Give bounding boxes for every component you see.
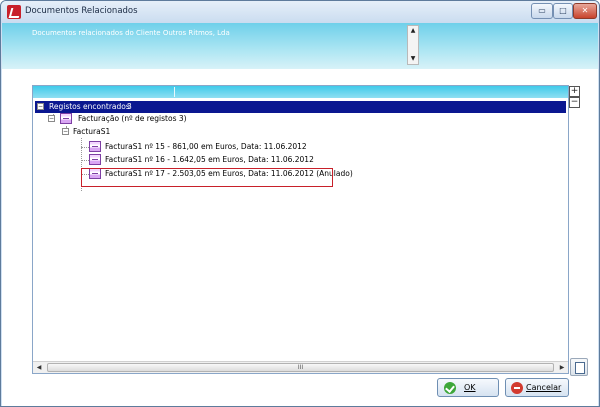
cancel-label: Cancelar	[526, 383, 562, 392]
document-icon	[89, 154, 101, 165]
tree-document-row[interactable]: FacturaS1 nº 16 - 1.642,05 em Euros, Dat…	[89, 154, 389, 166]
ok-label: OK	[464, 383, 476, 392]
root-label: Registos encontrados	[49, 102, 130, 111]
header-scrollbar[interactable]: ▲ ▼	[407, 25, 419, 65]
collapse-all-button[interactable]: −	[569, 97, 580, 108]
header-panel: Documentos relacionados do Cliente Outro…	[2, 23, 598, 69]
header-description: Documentos relacionados do Cliente Outro…	[32, 29, 230, 37]
cancelled-document-highlight	[81, 168, 333, 187]
tree-root-row[interactable]: − Registos encontrados 3	[35, 101, 566, 113]
export-icon[interactable]	[570, 358, 588, 376]
scroll-right-icon[interactable]: ▶	[556, 362, 568, 373]
column-divider[interactable]	[174, 87, 175, 97]
cancel-icon	[511, 382, 523, 394]
invoice-folder-icon	[60, 113, 72, 124]
tree-document-row[interactable]: FacturaS1 nº 15 - 861,00 em Euros, Data:…	[89, 141, 389, 153]
collapse-series-icon[interactable]: −	[62, 128, 69, 135]
tree-group-row[interactable]: − Facturação (nº de registos 3)	[48, 113, 348, 125]
ok-button[interactable]: OK	[437, 378, 499, 397]
scroll-down-icon[interactable]: ▼	[408, 54, 418, 64]
tree-series-row[interactable]: − FacturaS1	[62, 126, 262, 138]
scroll-up-icon[interactable]: ▲	[408, 26, 418, 36]
tree-column-header	[33, 86, 568, 98]
series-label: FacturaS1	[73, 127, 111, 136]
maximize-button[interactable]: □	[553, 3, 573, 19]
expand-all-button[interactable]: +	[569, 86, 580, 97]
documents-tree[interactable]: − Registos encontrados 3 − Facturação (n…	[32, 85, 569, 374]
collapse-group-icon[interactable]: −	[48, 115, 55, 122]
document-label: FacturaS1 nº 15 - 861,00 em Euros, Data:…	[105, 142, 307, 151]
close-button[interactable]: ✕	[573, 3, 597, 19]
tree-connector	[81, 147, 89, 148]
app-logo-icon	[7, 5, 21, 19]
root-count: 3	[127, 102, 132, 111]
dialog-window: Documentos Relacionados ▭ □ ✕ Documentos…	[0, 0, 600, 407]
horizontal-scrollbar[interactable]: ◀ III ▶	[33, 361, 568, 373]
document-label: FacturaS1 nº 16 - 1.642,05 em Euros, Dat…	[105, 155, 314, 164]
cancel-button[interactable]: Cancelar	[505, 378, 569, 397]
scrollbar-thumb[interactable]: III	[47, 363, 554, 372]
tree-connector	[81, 160, 89, 161]
check-icon	[444, 382, 456, 394]
group-label: Facturação (nº de registos 3)	[78, 114, 187, 123]
minimize-button[interactable]: ▭	[531, 3, 553, 19]
collapse-root-icon[interactable]: −	[37, 103, 44, 110]
title-bar[interactable]: Documentos Relacionados ▭ □ ✕	[1, 1, 599, 23]
document-icon	[89, 141, 101, 152]
window-title: Documentos Relacionados	[25, 6, 138, 16]
scroll-left-icon[interactable]: ◀	[33, 362, 45, 373]
dialog-body: − Registos encontrados 3 − Facturação (n…	[2, 69, 598, 406]
